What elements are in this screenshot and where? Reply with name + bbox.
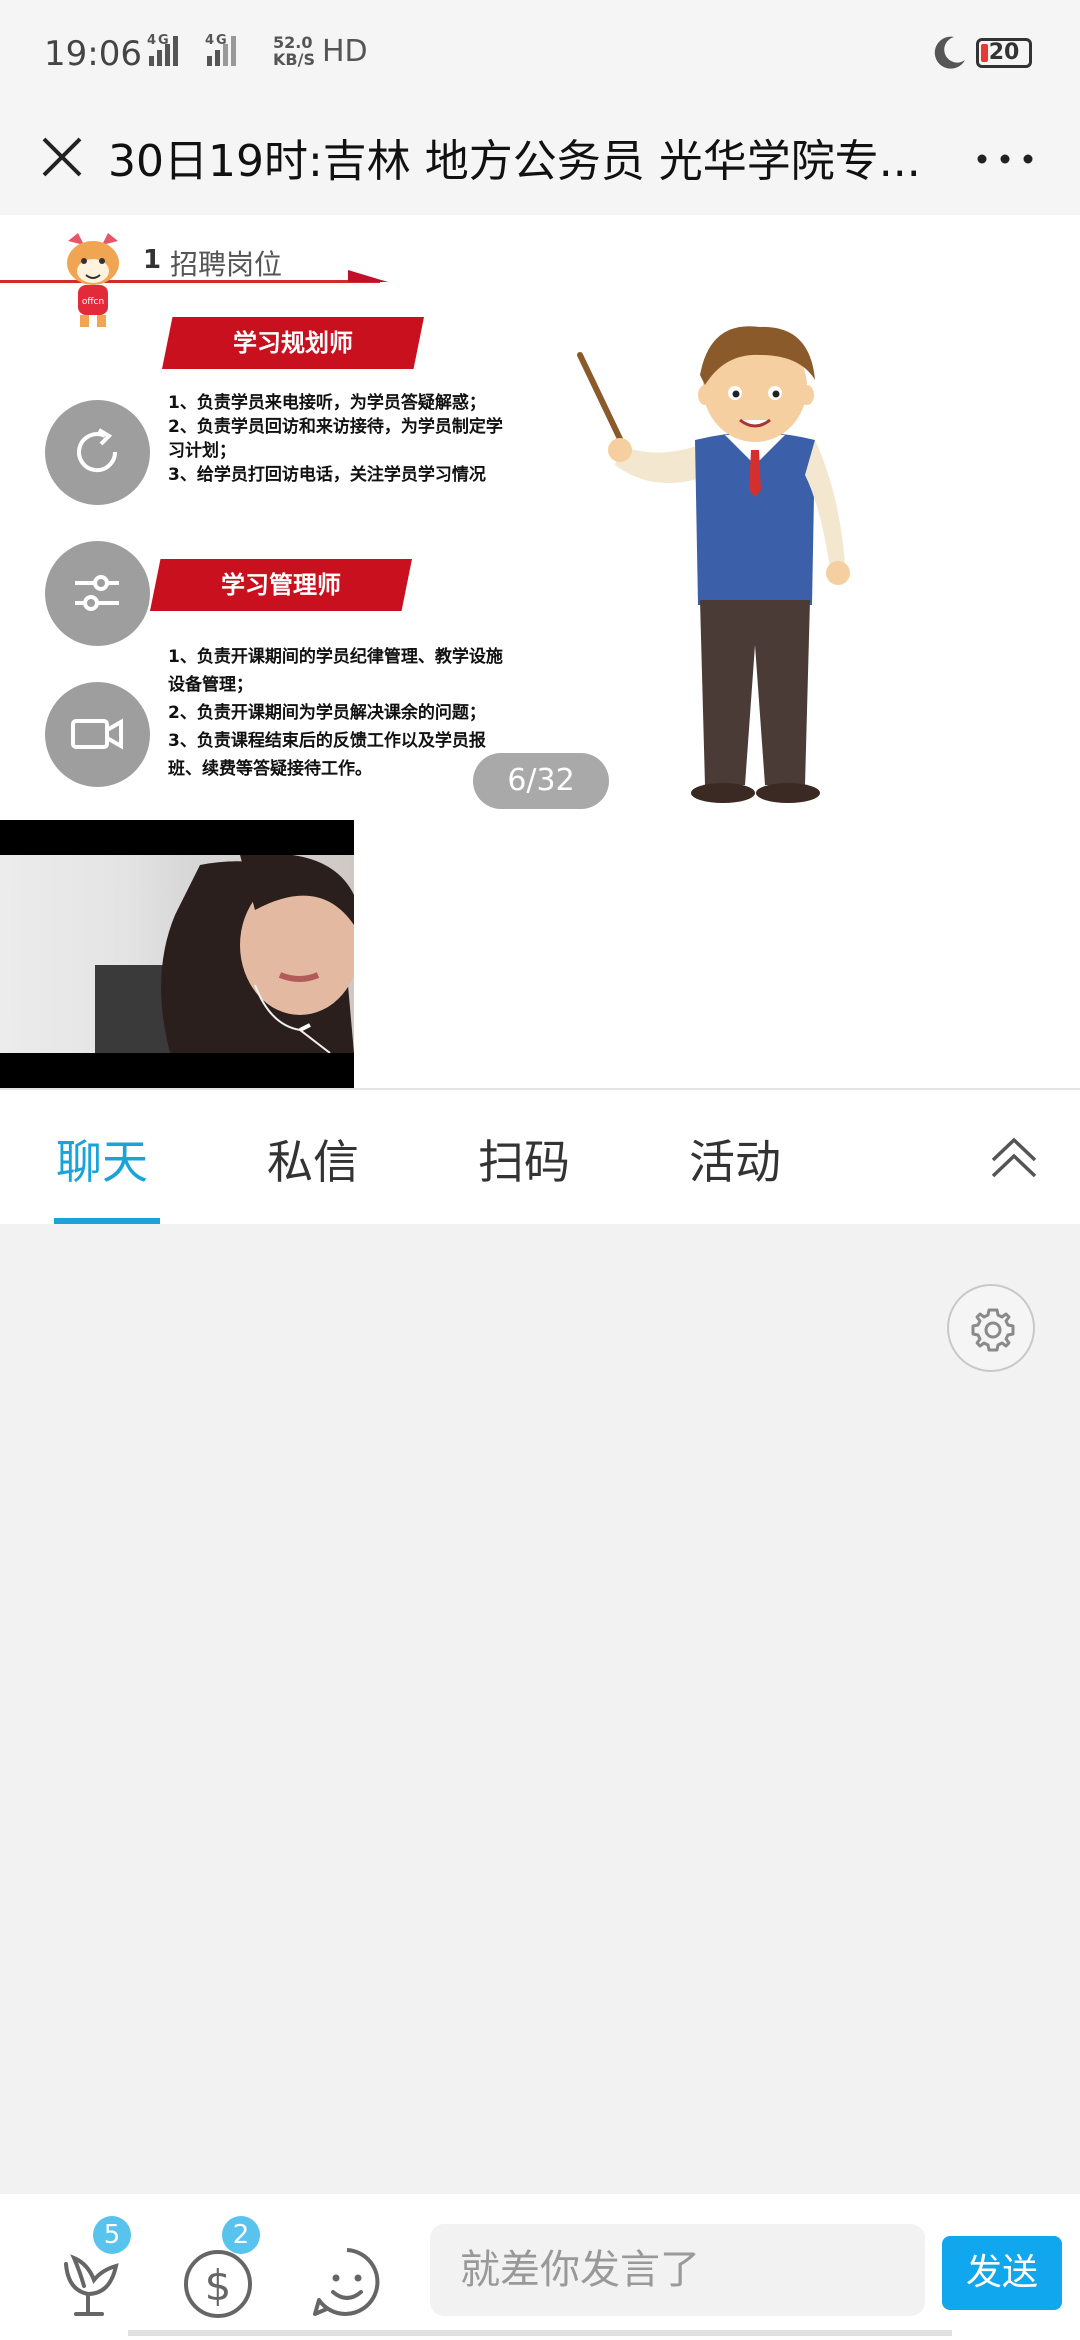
tab-chat[interactable]: 聊天 bbox=[56, 1126, 148, 1192]
emoji-button[interactable] bbox=[307, 2242, 387, 2322]
collapse-up-icon[interactable] bbox=[985, 1130, 1043, 1188]
status-bar: 19:06 4G 4G 52.0 KB/S HD 20 bbox=[0, 0, 1080, 105]
flower-count-badge: 5 bbox=[93, 2216, 131, 2254]
duty-item: 2、负责开课期间为学员解决课余的问题； bbox=[168, 703, 486, 723]
tab-scan-code[interactable]: 扫码 bbox=[478, 1126, 570, 1192]
presentation-slide[interactable]: offcn 1 招聘岗位 学习规划师 1、负责学员来电接听，为学员答疑解惑； 2… bbox=[0, 215, 1080, 820]
close-icon[interactable] bbox=[34, 129, 90, 185]
bottom-scroll-indicator bbox=[128, 2330, 952, 2336]
slide-section-number: 1 bbox=[143, 245, 162, 275]
duty-item: 1、负责学员来电接听，为学员答疑解惑； bbox=[168, 393, 486, 413]
role-banner-manager: 学习管理师 bbox=[150, 559, 412, 611]
svg-text:$: $ bbox=[205, 2261, 232, 2310]
mascot-text: offcn bbox=[82, 297, 104, 307]
adjust-button[interactable] bbox=[45, 541, 150, 646]
role-duties-planner: 1、负责学员来电接听，为学员答疑解惑； 2、负责学员回访和来访接待，为学员制定学… bbox=[168, 391, 508, 487]
gear-icon bbox=[971, 1308, 1015, 1352]
duty-item: 3、负责课程结束后的反馈工作以及学员报班、续费等答疑接待工作。 bbox=[168, 731, 486, 779]
slide-header-arrow bbox=[348, 270, 388, 282]
teacher-video-feed[interactable] bbox=[0, 820, 354, 1088]
battery-level: 20 bbox=[988, 40, 1020, 65]
moon-icon bbox=[930, 34, 968, 76]
battery-icon: 20 bbox=[976, 38, 1032, 68]
tab-private-message[interactable]: 私信 bbox=[267, 1126, 359, 1192]
chat-message-input[interactable]: 就差你发言了 bbox=[430, 2224, 925, 2316]
send-button[interactable]: 发送 bbox=[942, 2236, 1062, 2310]
more-icon[interactable] bbox=[970, 129, 1040, 185]
role-banner-planner: 学习规划师 bbox=[162, 317, 424, 369]
refresh-button[interactable] bbox=[45, 400, 150, 505]
flower-gift-button[interactable] bbox=[54, 2242, 134, 2322]
status-time: 19:06 bbox=[44, 34, 142, 74]
network-speed: 52.0 KB/S bbox=[273, 34, 315, 68]
hd-indicator: HD bbox=[322, 34, 368, 69]
flower-icon bbox=[64, 2254, 119, 2316]
video-frame bbox=[0, 855, 354, 1053]
slide-section-title: 招聘岗位 bbox=[170, 248, 283, 281]
video-side-space bbox=[354, 820, 1080, 1088]
smiley-icon bbox=[313, 2248, 380, 2316]
video-camera-icon bbox=[71, 718, 123, 750]
sliders-icon bbox=[75, 575, 119, 611]
camera-button[interactable] bbox=[45, 682, 150, 787]
speed-unit: KB/S bbox=[273, 50, 315, 69]
slide-page-indicator: 6/32 bbox=[473, 753, 609, 809]
network-signal: 4G 4G bbox=[145, 30, 263, 76]
tab-bar: 聊天 私信 扫码 活动 bbox=[0, 1090, 1080, 1224]
bottom-input-bar: 5 $ 2 就差你发言了 发送 bbox=[0, 2194, 1080, 2340]
tab-activity[interactable]: 活动 bbox=[689, 1126, 781, 1192]
chat-area[interactable] bbox=[0, 1224, 1080, 2194]
duty-item: 3、给学员打回访电话，关注学员学习情况 bbox=[168, 465, 486, 485]
title-bar: 30日19时:吉林 地方公务员 光华学院专... bbox=[0, 105, 1080, 215]
reward-button[interactable]: $ bbox=[180, 2242, 260, 2322]
duty-item: 1、负责开课期间的学员纪律管理、教学设施设备管理； bbox=[168, 647, 503, 695]
teacher-illustration bbox=[560, 315, 890, 815]
refresh-icon bbox=[77, 428, 118, 473]
dollar-icon: $ bbox=[184, 2250, 252, 2318]
duty-item: 2、负责学员回访和来访接待，为学员制定学习计划； bbox=[168, 417, 503, 461]
mascot-logo: offcn bbox=[58, 231, 128, 331]
role-duties-manager: 1、负责开课期间的学员纪律管理、教学设施设备管理； 2、负责开课期间为学员解决课… bbox=[168, 643, 513, 783]
page-title: 30日19时:吉林 地方公务员 光华学院专... bbox=[108, 136, 921, 187]
chat-settings-button[interactable] bbox=[947, 1284, 1035, 1372]
reward-count-badge: 2 bbox=[222, 2216, 260, 2254]
